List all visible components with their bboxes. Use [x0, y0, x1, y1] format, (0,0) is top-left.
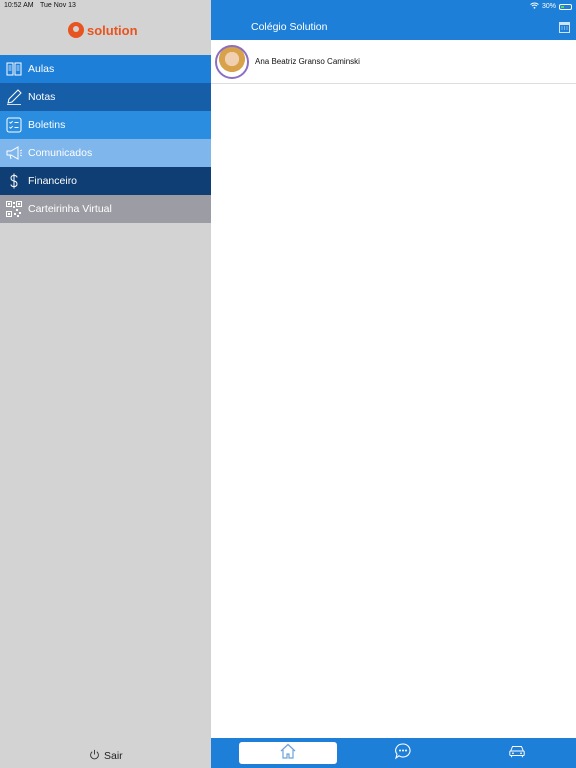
sidebar-item-financeiro[interactable]: Financeiro: [0, 167, 211, 195]
sidebar-item-label: Boletins: [28, 119, 66, 131]
pencil-icon: [0, 88, 28, 106]
brand-name: solution: [87, 22, 138, 38]
solution-logo-icon: [68, 22, 84, 38]
status-time: 10:52 AM: [4, 2, 34, 9]
wifi-icon: [530, 2, 539, 11]
sidebar-item-label: Notas: [28, 91, 56, 103]
book-icon: [0, 60, 28, 78]
sidebar-item-label: Aulas: [28, 63, 55, 75]
battery-percent: 30%: [541, 3, 556, 10]
student-name: Ana Beatriz Granso Caminski: [255, 57, 360, 66]
logout-button[interactable]: Sair: [89, 749, 123, 763]
tab-transport[interactable]: [501, 742, 533, 764]
sidebar-menu: Aulas Notas Boletins Comunicados Finance…: [0, 55, 211, 223]
sidebar-item-notas[interactable]: Notas: [0, 83, 211, 111]
megaphone-icon: [0, 144, 28, 162]
chat-bubble-icon: [394, 742, 412, 765]
power-icon: [89, 749, 100, 763]
calendar-icon[interactable]: [559, 20, 570, 33]
sidebar-item-boletins[interactable]: Boletins: [0, 111, 211, 139]
student-list-item[interactable]: Ana Beatriz Granso Caminski: [211, 40, 576, 84]
sidebar-item-label: Carteirinha Virtual: [28, 203, 112, 215]
status-bar: 10:52 AM Tue Nov 13 30%: [0, 0, 576, 12]
solution-logo: solution: [68, 22, 138, 38]
sidebar: solution Aulas Notas Boletins Comunicado…: [0, 0, 211, 768]
qr-code-icon: [0, 200, 28, 218]
sidebar-item-label: Comunicados: [28, 147, 93, 159]
home-icon: [279, 742, 297, 765]
tab-messages[interactable]: [387, 742, 419, 764]
car-icon: [508, 742, 526, 765]
sidebar-item-carteirinha-virtual[interactable]: Carteirinha Virtual: [0, 195, 211, 223]
page-title: Colégio Solution: [251, 21, 328, 33]
dollar-icon: [0, 172, 28, 190]
sidebar-item-comunicados[interactable]: Comunicados: [0, 139, 211, 167]
bottom-tab-bar: [211, 738, 576, 768]
logout-label: Sair: [104, 750, 123, 762]
sidebar-item-aulas[interactable]: Aulas: [0, 55, 211, 83]
status-date: Tue Nov 13: [40, 2, 76, 9]
avatar: [215, 44, 249, 79]
report-card-icon: [0, 116, 28, 134]
status-indicators: 30%: [530, 2, 572, 11]
tab-home[interactable]: [239, 742, 337, 764]
sidebar-item-label: Financeiro: [28, 175, 78, 187]
battery-icon: [559, 3, 572, 10]
